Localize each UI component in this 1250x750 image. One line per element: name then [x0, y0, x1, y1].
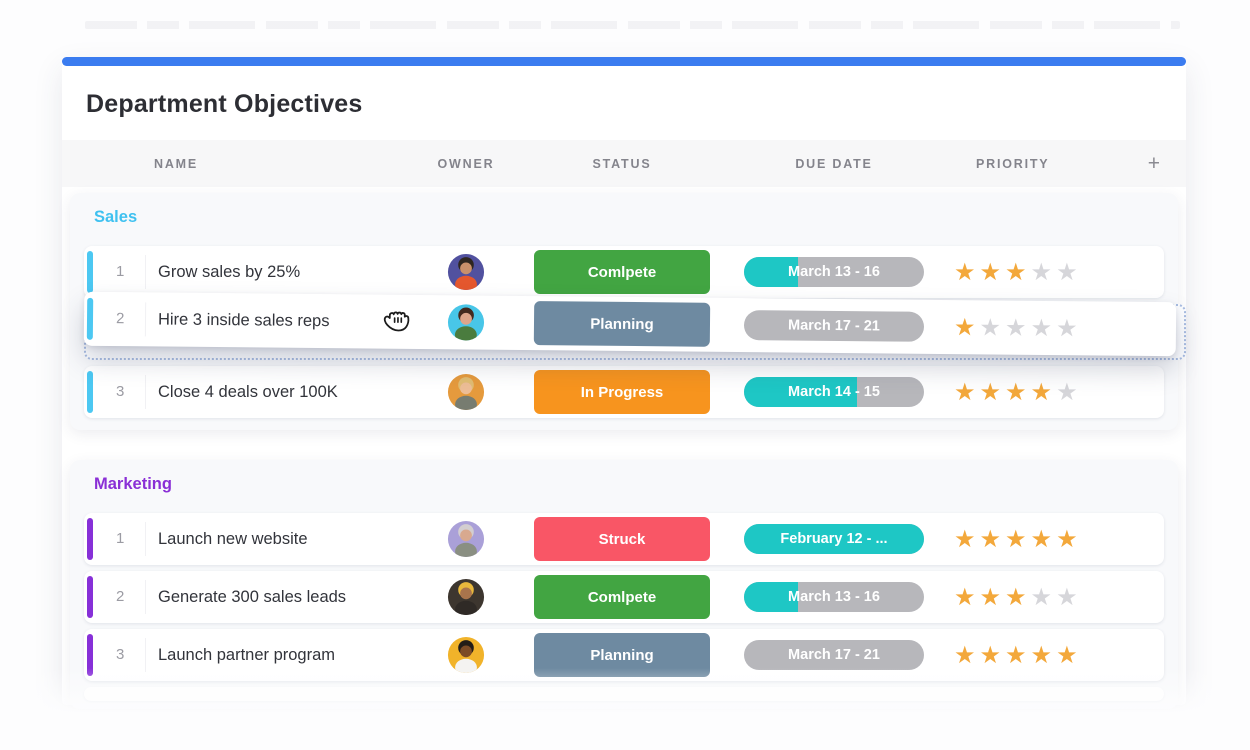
row-number: 3 — [102, 638, 146, 672]
task-name[interactable]: Close 4 deals over 100K — [146, 383, 416, 402]
status-badge[interactable]: In Progress — [534, 370, 710, 414]
status-badge[interactable]: Struck — [534, 517, 710, 561]
due-date-pill[interactable]: March 13 - 16 — [744, 257, 924, 287]
row-number: 2 — [102, 580, 146, 614]
priority-stars[interactable]: ★★★★★ — [940, 641, 1164, 670]
column-header-name[interactable]: NAME — [146, 157, 416, 171]
page-title: Department Objectives — [86, 90, 1186, 119]
table-row[interactable]: 2 Generate 300 sales leads Comlpete Marc… — [84, 571, 1164, 623]
owner-avatar[interactable] — [416, 303, 516, 342]
status-badge[interactable]: Planning — [534, 633, 710, 677]
row-accent-bar — [87, 251, 93, 293]
screen: Department Objectives NAME OWNER STATUS … — [0, 0, 1250, 750]
row-number: 3 — [102, 375, 146, 409]
add-column-button[interactable]: + — [1148, 152, 1160, 176]
row-number: 1 — [102, 255, 146, 289]
group-label-sales[interactable]: Sales — [84, 193, 1164, 240]
group-label-marketing[interactable]: Marketing — [84, 460, 1164, 507]
row-accent-bar — [87, 371, 93, 413]
row-accent-bar — [87, 576, 93, 618]
row-number: 1 — [102, 522, 146, 556]
priority-stars[interactable]: ★★★★★ — [940, 258, 1164, 287]
priority-stars[interactable]: ★★★★★ — [940, 583, 1164, 612]
priority-stars[interactable]: ★★★★★ — [940, 312, 1176, 343]
board-card: Department Objectives NAME OWNER STATUS … — [62, 60, 1186, 705]
row-accent-bar — [87, 634, 93, 676]
background-text-strip — [85, 21, 1180, 29]
table-row-partial[interactable] — [84, 687, 1164, 701]
row-accent-bar — [87, 518, 93, 560]
due-date-pill[interactable]: March 14 - 15 — [744, 377, 924, 407]
priority-stars[interactable]: ★★★★★ — [940, 378, 1164, 407]
status-badge[interactable]: Comlpete — [534, 575, 710, 619]
table-row[interactable]: 1 Grow sales by 25% Comlpete March 13 - … — [84, 246, 1164, 298]
table-row[interactable]: 3 Close 4 deals over 100K In Progress Ma… — [84, 366, 1164, 418]
due-date-pill[interactable]: March 17 - 21 — [744, 640, 924, 670]
due-date-pill[interactable]: February 12 - ... — [744, 524, 924, 554]
task-name[interactable]: Launch new website — [146, 530, 416, 549]
status-badge[interactable]: Comlpete — [534, 250, 710, 294]
board-accent-bar — [62, 57, 1186, 66]
row-accent-bar — [87, 298, 93, 340]
due-date-pill[interactable]: March 17 - 21 — [744, 310, 924, 342]
grab-hand-cursor-icon — [380, 301, 418, 339]
group-marketing: Marketing 1 Launch new website Struck Fe… — [70, 460, 1178, 709]
due-date-pill[interactable]: March 13 - 16 — [744, 582, 924, 612]
column-header-owner[interactable]: OWNER — [416, 157, 516, 171]
owner-avatar[interactable] — [416, 253, 516, 291]
status-badge[interactable]: Planning — [534, 301, 710, 347]
column-header-due-date[interactable]: DUE DATE — [728, 157, 940, 171]
group-sales: Sales 1 Grow sales by 25% Comlpete March… — [70, 193, 1178, 430]
owner-avatar[interactable] — [416, 636, 516, 674]
column-header-status[interactable]: STATUS — [516, 157, 728, 171]
row-number: 2 — [102, 302, 146, 336]
owner-avatar[interactable] — [416, 373, 516, 411]
drag-drop-placeholder: 2 Hire 3 inside sales reps Planning Marc… — [84, 304, 1186, 360]
task-name[interactable]: Launch partner program — [146, 646, 416, 665]
table-row-dragging[interactable]: 2 Hire 3 inside sales reps Planning Marc… — [84, 292, 1176, 356]
task-name[interactable]: Hire 3 inside sales reps — [146, 310, 416, 332]
task-name[interactable]: Generate 300 sales leads — [146, 588, 416, 607]
table-row[interactable]: 3 Launch partner program Planning March … — [84, 629, 1164, 681]
owner-avatar[interactable] — [416, 520, 516, 558]
priority-stars[interactable]: ★★★★★ — [940, 525, 1164, 554]
table-header: NAME OWNER STATUS DUE DATE PRIORITY + — [62, 140, 1186, 187]
table-row[interactable]: 1 Launch new website Struck February 12 … — [84, 513, 1164, 565]
owner-avatar[interactable] — [416, 578, 516, 616]
task-name[interactable]: Grow sales by 25% — [146, 263, 416, 282]
